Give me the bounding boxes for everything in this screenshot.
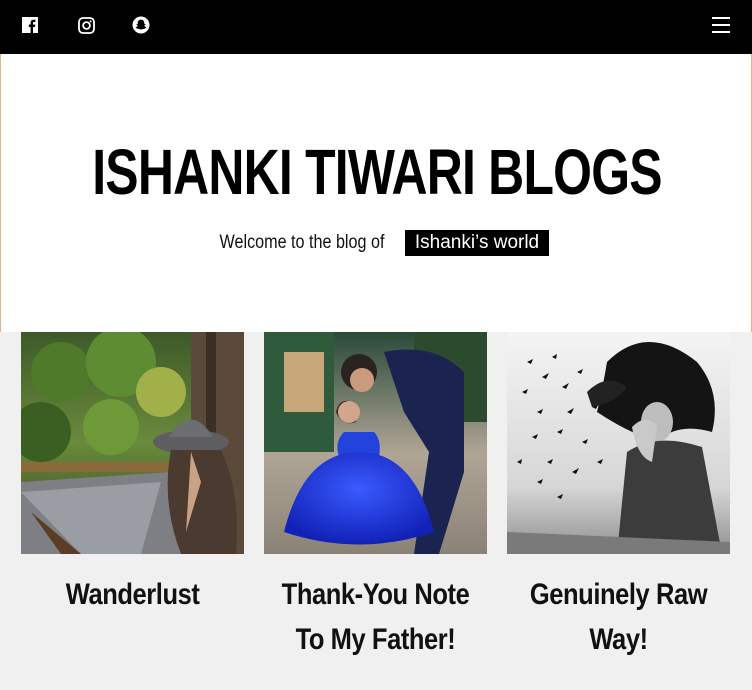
instagram-link[interactable] (76, 15, 96, 35)
instagram-icon (77, 16, 95, 34)
tagline-text: Welcome to the blog of (219, 232, 385, 253)
tagline-highlight: Ishanki’s world (404, 230, 550, 256)
snapchat-link[interactable] (131, 15, 151, 35)
post-thumbnail[interactable] (507, 332, 730, 554)
post-card: Genuinely Raw Way! (507, 332, 730, 662)
post-title[interactable]: Thank-You Note To My Father! (264, 572, 487, 662)
menu-button[interactable] (712, 17, 730, 37)
post-card: Thank-You Note To My Father! (264, 332, 487, 662)
facebook-icon (22, 17, 38, 33)
site-tagline: Welcome to the blog of Ishanki’s world (1, 230, 752, 256)
woman-in-hat-on-train-photo (21, 332, 244, 554)
hamburger-menu-icon (712, 17, 730, 33)
post-title[interactable]: Wanderlust (21, 572, 244, 617)
site-title[interactable]: ISHANKI TIWARI BLOGS (84, 140, 671, 204)
facebook-link[interactable] (20, 15, 40, 35)
top-bar (0, 0, 752, 54)
snapchat-icon (132, 16, 150, 34)
post-card: Wanderlust (21, 332, 244, 617)
father-kissing-daughter-blue-dress-photo (264, 332, 487, 554)
post-thumbnail[interactable] (21, 332, 244, 554)
post-thumbnail[interactable] (264, 332, 487, 554)
post-title[interactable]: Genuinely Raw Way! (507, 572, 730, 662)
site-header: ISHANKI TIWARI BLOGS Welcome to the blog… (0, 54, 752, 332)
woman-hair-birds-bw-photo (507, 332, 730, 554)
